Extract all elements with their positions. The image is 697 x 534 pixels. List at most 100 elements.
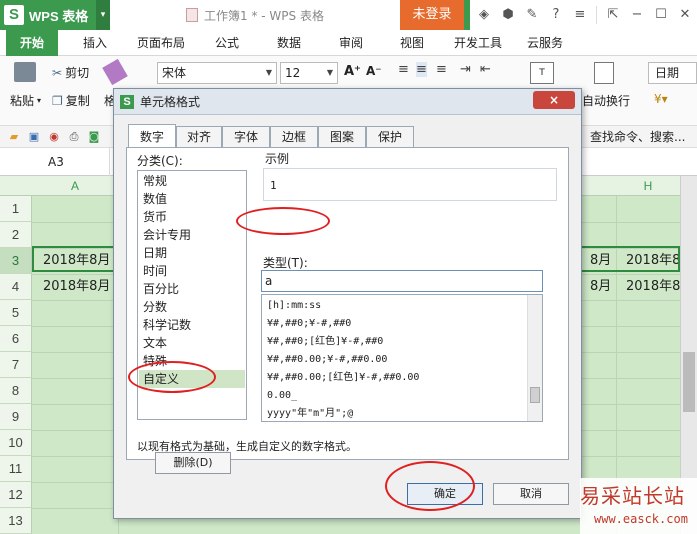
copy-button[interactable]: ❐ 复制 (52, 92, 90, 109)
shrink-font-button[interactable]: A⁻ (366, 64, 382, 78)
category-currency[interactable]: 货币 (139, 208, 245, 226)
format-item[interactable]: ¥#,##0.00;[红色]¥-#,##0.00 (267, 369, 419, 387)
paste-button[interactable] (14, 62, 36, 82)
maximize-icon[interactable]: ☐ (651, 5, 671, 25)
category-fraction[interactable]: 分数 (139, 298, 245, 316)
tab-page-layout[interactable]: 页面布局 (137, 30, 185, 56)
skin-icon[interactable]: ◈ (474, 5, 494, 25)
cell-g4[interactable]: 8月 (580, 274, 616, 300)
grow-font-button[interactable]: A⁺ (344, 64, 361, 79)
format-item[interactable]: 0.00_ (267, 387, 297, 405)
number-format-select[interactable]: 日期 (648, 62, 697, 84)
row-header-6[interactable]: 6 (0, 326, 32, 352)
tab-insert[interactable]: 插入 (83, 30, 107, 56)
row-header-3[interactable]: 3 (0, 248, 32, 274)
dialog-title-bar[interactable]: S 单元格格式 × (114, 89, 581, 115)
row-header-8[interactable]: 8 (0, 378, 32, 404)
dialog-close-button[interactable]: × (533, 91, 575, 109)
name-box[interactable]: A3 (0, 148, 110, 176)
menu-icon[interactable]: ≡ (570, 5, 590, 25)
row-header-12[interactable]: 12 (0, 482, 32, 508)
currency-icon[interactable]: ¥▾ (654, 92, 668, 106)
row-header-7[interactable]: 7 (0, 352, 32, 378)
settings-icon[interactable]: ⬢ (498, 5, 518, 25)
row-header-9[interactable]: 9 (0, 404, 32, 430)
tab-developer[interactable]: 开发工具 (454, 30, 502, 56)
format-item[interactable]: [h]:mm:ss (267, 297, 321, 315)
format-list-scrollbar[interactable] (527, 295, 542, 421)
align-top-icon[interactable]: ≡ (398, 62, 409, 77)
scrollbar-thumb[interactable] (683, 352, 695, 412)
cell-a4[interactable]: 2018年8月 (33, 274, 118, 300)
tab-data[interactable]: 数据 (277, 30, 301, 56)
category-text[interactable]: 文本 (139, 334, 245, 352)
category-scientific[interactable]: 科学记数 (139, 316, 245, 334)
delete-button[interactable]: 删除(D) (155, 452, 231, 474)
tab-formulas[interactable]: 公式 (215, 30, 239, 56)
tab-protection[interactable]: 保护 (366, 126, 414, 148)
pen-icon[interactable]: ✎ (522, 5, 542, 25)
format-item[interactable]: ¥#,##0.00;¥-#,##0.00 (267, 351, 387, 369)
category-time[interactable]: 时间 (139, 262, 245, 280)
align-bottom-icon[interactable]: ≡ (436, 62, 447, 77)
tab-border[interactable]: 边框 (270, 126, 318, 148)
category-special[interactable]: 特殊 (139, 352, 245, 370)
row-header-10[interactable]: 10 (0, 430, 32, 456)
category-list[interactable]: 常规 数值 货币 会计专用 日期 时间 百分比 分数 科学记数 文本 特殊 自定… (137, 170, 247, 420)
row-header-11[interactable]: 11 (0, 456, 32, 482)
row-header-2[interactable]: 2 (0, 222, 32, 248)
tab-review[interactable]: 审阅 (339, 30, 363, 56)
row-header-4[interactable]: 4 (0, 274, 32, 300)
cut-button[interactable]: ✂ 剪切 (52, 64, 89, 81)
save-icon[interactable]: ▣ (26, 129, 42, 145)
wrap-text-button[interactable]: 自动换行 (582, 92, 630, 109)
minimize-icon[interactable]: − (627, 5, 647, 25)
tab-pattern[interactable]: 图案 (318, 126, 366, 148)
login-button[interactable]: 未登录 (400, 0, 464, 30)
document-tab[interactable]: 工作簿1 * - WPS 表格 (110, 0, 400, 30)
merge-button[interactable]: T (530, 62, 554, 84)
paste-label-button[interactable]: 粘贴 ▾ (10, 92, 41, 109)
close-window-icon[interactable]: ✕ (675, 5, 695, 25)
app-dropdown-icon[interactable]: ▾ (96, 0, 110, 30)
font-size-select[interactable]: 12 ▼ (280, 62, 338, 84)
type-input[interactable]: a (261, 270, 543, 292)
tab-cloud[interactable]: 云服务 (527, 30, 563, 56)
category-date[interactable]: 日期 (139, 244, 245, 262)
font-family-select[interactable]: 宋体 ▼ (157, 62, 277, 84)
help-icon[interactable]: ? (546, 5, 566, 25)
tab-number[interactable]: 数字 (128, 124, 176, 147)
row-header-5[interactable]: 5 (0, 300, 32, 326)
column-header-h[interactable]: H (616, 176, 680, 196)
cell-h4[interactable]: 2018年8 (616, 274, 680, 300)
format-list-scroll-thumb[interactable] (530, 387, 540, 403)
app-menu-button[interactable]: S WPS 表格 (0, 0, 110, 30)
row-header-1[interactable]: 1 (0, 196, 32, 222)
format-painter-button[interactable] (102, 58, 128, 86)
tab-font[interactable]: 字体 (222, 126, 270, 148)
tab-home[interactable]: 开始 (6, 30, 59, 56)
format-item[interactable]: ¥#,##0;¥-#,##0 (267, 315, 351, 333)
tab-view[interactable]: 视图 (400, 30, 424, 56)
wrap-text-icon-button[interactable] (594, 62, 614, 84)
category-custom[interactable]: 自定义 (139, 370, 245, 388)
format-item[interactable]: ¥#,##0;[红色]¥-#,##0 (267, 333, 383, 351)
command-search[interactable]: 查找命令、搜索... (590, 126, 685, 148)
category-general[interactable]: 常规 (139, 172, 245, 190)
export-pdf-icon[interactable]: ◉ (46, 129, 62, 145)
category-accounting[interactable]: 会计专用 (139, 226, 245, 244)
outdent-icon[interactable]: ⇤ (480, 62, 491, 77)
indent-icon[interactable]: ⇥ (460, 62, 471, 77)
tab-alignment[interactable]: 对齐 (176, 126, 222, 148)
category-percentage[interactable]: 百分比 (139, 280, 245, 298)
cancel-button[interactable]: 取消 (493, 483, 569, 505)
preview-icon[interactable]: ◙ (86, 129, 102, 145)
open-folder-icon[interactable]: ▰ (6, 129, 22, 145)
restore-icon[interactable]: ⇱ (603, 5, 623, 25)
print-icon[interactable]: ⎙ (66, 129, 82, 145)
category-number[interactable]: 数值 (139, 190, 245, 208)
format-list[interactable]: [h]:mm:ss ¥#,##0;¥-#,##0 ¥#,##0;[红色]¥-#,… (261, 294, 543, 422)
column-header-a[interactable]: A (32, 176, 118, 196)
row-header-13[interactable]: 13 (0, 508, 32, 534)
align-middle-icon[interactable]: ≡ (416, 62, 427, 77)
